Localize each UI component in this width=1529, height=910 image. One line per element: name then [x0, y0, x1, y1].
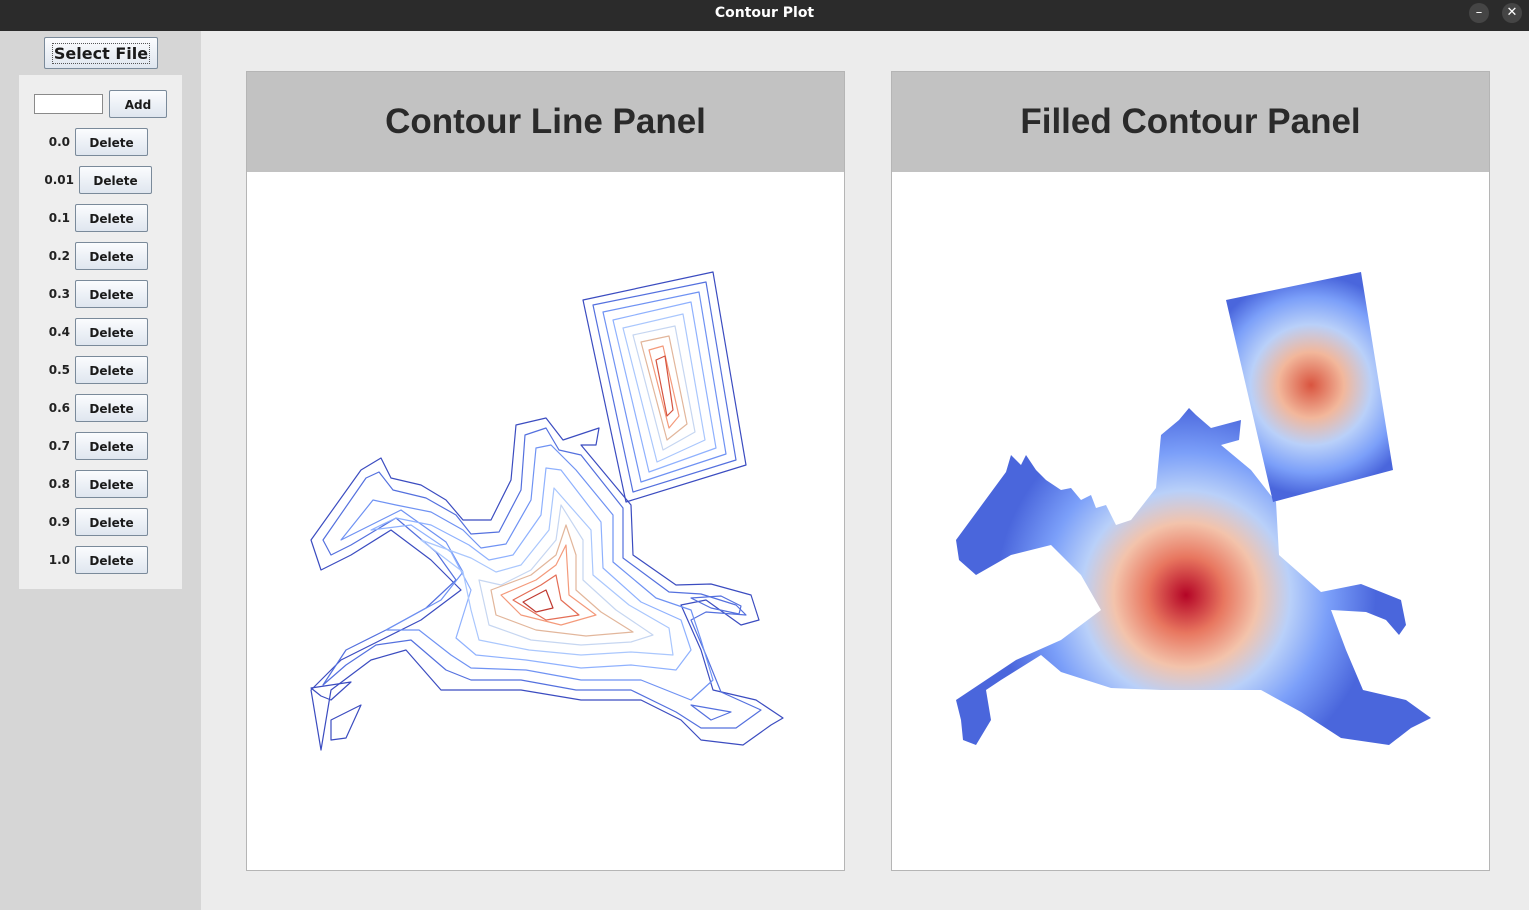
level-row: 0.4 Delete — [19, 318, 182, 346]
contour-line — [612, 301, 717, 473]
level-row: 0.7 Delete — [19, 432, 182, 460]
level-row: 0.5 Delete — [19, 356, 182, 384]
contour-line — [622, 313, 706, 463]
contour-line — [582, 271, 747, 503]
contour-line-panel: Contour Line Panel — [246, 71, 845, 871]
delete-level-button[interactable]: Delete — [75, 546, 148, 574]
filled-contour-panel-title: Filled Contour Panel — [892, 72, 1489, 172]
level-row: 0.6 Delete — [19, 394, 182, 422]
filled-flag-shape — [1226, 272, 1393, 502]
add-level-button[interactable]: Add — [109, 90, 167, 118]
level-value: 0.6 — [48, 401, 70, 415]
level-row: 0.1 Delete — [19, 204, 182, 232]
level-value: 0.4 — [48, 325, 70, 339]
contour-line — [690, 704, 732, 721]
level-row: 0.2 Delete — [19, 242, 182, 270]
contour-line — [602, 291, 727, 483]
minimize-icon[interactable]: – — [1469, 3, 1489, 23]
contour-line — [330, 704, 362, 741]
delete-level-button[interactable]: Delete — [75, 394, 148, 422]
delete-level-button[interactable]: Delete — [75, 128, 148, 156]
select-file-button[interactable]: Select File — [44, 37, 158, 69]
level-value: 1.0 — [48, 553, 70, 567]
filled-contour-panel: Filled Contour Panel — [891, 71, 1490, 871]
level-value: 0.01 — [44, 173, 74, 187]
delete-level-button[interactable]: Delete — [75, 432, 148, 460]
contour-line — [512, 574, 580, 621]
level-row: 0.0 Delete — [19, 128, 182, 156]
level-value: 0.5 — [48, 363, 70, 377]
close-icon[interactable]: ✕ — [1502, 3, 1522, 23]
delete-level-button[interactable]: Delete — [75, 356, 148, 384]
level-row: 0.8 Delete — [19, 470, 182, 498]
level-value: 0.7 — [48, 439, 70, 453]
contour-line — [500, 544, 597, 626]
level-value: 0.9 — [48, 515, 70, 529]
level-value: 0.1 — [48, 211, 70, 225]
level-row: 0.01 Delete — [19, 166, 182, 194]
level-row: 1.0 Delete — [19, 546, 182, 574]
contour-line-plot — [310, 271, 784, 751]
title-bar: Contour Plot – ✕ — [0, 0, 1529, 31]
level-row: 0.3 Delete — [19, 280, 182, 308]
delete-level-button[interactable]: Delete — [75, 508, 148, 536]
level-value: 0.3 — [48, 287, 70, 301]
filled-contour-plot — [956, 272, 1431, 745]
level-value: 0.8 — [48, 477, 70, 491]
delete-level-button[interactable]: Delete — [75, 470, 148, 498]
level-input[interactable] — [34, 94, 103, 114]
select-file-label: Select File — [51, 43, 151, 64]
delete-level-button[interactable]: Delete — [79, 166, 152, 194]
level-row: 0.9 Delete — [19, 508, 182, 536]
level-value: 0.0 — [48, 135, 70, 149]
delete-level-button[interactable]: Delete — [75, 318, 148, 346]
delete-level-button[interactable]: Delete — [75, 242, 148, 270]
delete-level-button[interactable]: Delete — [75, 204, 148, 232]
delete-level-button[interactable]: Delete — [75, 280, 148, 308]
contour-line-panel-title: Contour Line Panel — [247, 72, 844, 172]
contour-line — [490, 524, 634, 637]
window-title: Contour Plot — [714, 5, 815, 21]
level-value: 0.2 — [48, 249, 70, 263]
